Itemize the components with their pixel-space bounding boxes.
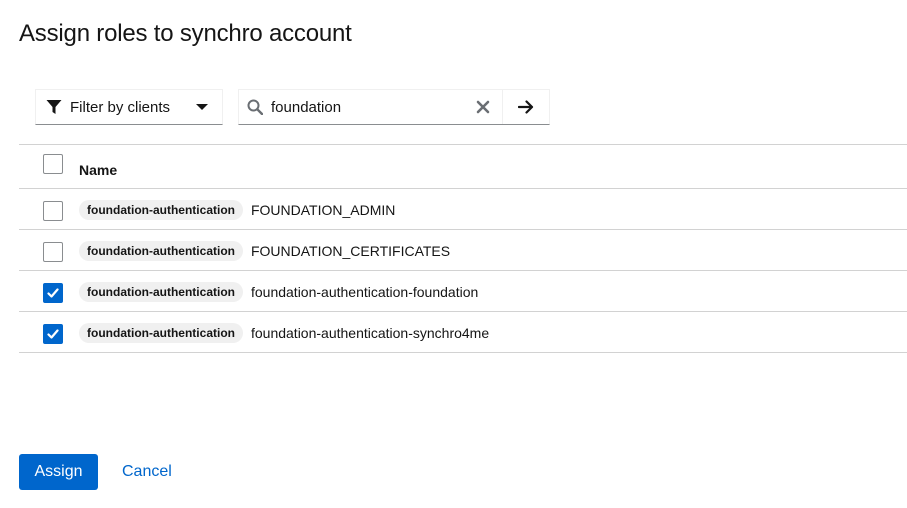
filter-icon (46, 99, 62, 115)
search-icon (247, 99, 263, 115)
close-icon[interactable] (476, 100, 490, 114)
table-row: foundation-authentication FOUNDATION_CER… (19, 230, 907, 271)
name-cell: foundation-authentication foundation-aut… (79, 323, 489, 343)
table-row: foundation-authentication foundation-aut… (19, 312, 907, 353)
search-group (238, 89, 550, 125)
search-box (239, 90, 503, 124)
table-row: foundation-authentication FOUNDATION_ADM… (19, 189, 907, 230)
role-name: FOUNDATION_CERTIFICATES (250, 243, 451, 259)
role-name: FOUNDATION_ADMIN (250, 202, 396, 218)
row-checkbox[interactable] (43, 242, 63, 262)
search-input[interactable] (271, 98, 461, 116)
row-checkbox[interactable] (43, 324, 63, 344)
name-cell: foundation-authentication foundation-aut… (79, 282, 478, 302)
row-checkbox[interactable] (43, 201, 63, 221)
role-name: foundation-authentication-foundation (250, 284, 479, 300)
name-cell: foundation-authentication FOUNDATION_CER… (79, 241, 450, 261)
checkmark-icon (47, 288, 59, 298)
filter-label: Filter by clients (70, 98, 171, 116)
caret-down-icon (196, 103, 208, 111)
client-badge: foundation-authentication (79, 241, 243, 261)
arrow-right-icon (518, 100, 534, 114)
select-all-checkbox[interactable] (43, 154, 63, 174)
checkmark-icon (47, 329, 59, 339)
filter-by-clients-dropdown[interactable]: Filter by clients (35, 89, 223, 125)
client-badge: foundation-authentication (79, 200, 243, 220)
table-row: foundation-authentication foundation-aut… (19, 271, 907, 312)
cancel-button[interactable]: Cancel (112, 454, 182, 490)
column-header-name: Name (79, 162, 118, 178)
name-cell: foundation-authentication FOUNDATION_ADM… (79, 200, 395, 220)
assign-button[interactable]: Assign (19, 454, 98, 490)
client-badge: foundation-authentication (79, 323, 243, 343)
row-checkbox[interactable] (43, 283, 63, 303)
table-header-row: Name (19, 144, 907, 189)
client-badge: foundation-authentication (79, 282, 243, 302)
modal-title: Assign roles to synchro account (19, 20, 352, 47)
role-name: foundation-authentication-synchro4me (250, 325, 490, 341)
search-submit-button[interactable] (503, 90, 549, 124)
roles-table: Name foundation-authentication FOUNDATIO… (19, 144, 907, 353)
